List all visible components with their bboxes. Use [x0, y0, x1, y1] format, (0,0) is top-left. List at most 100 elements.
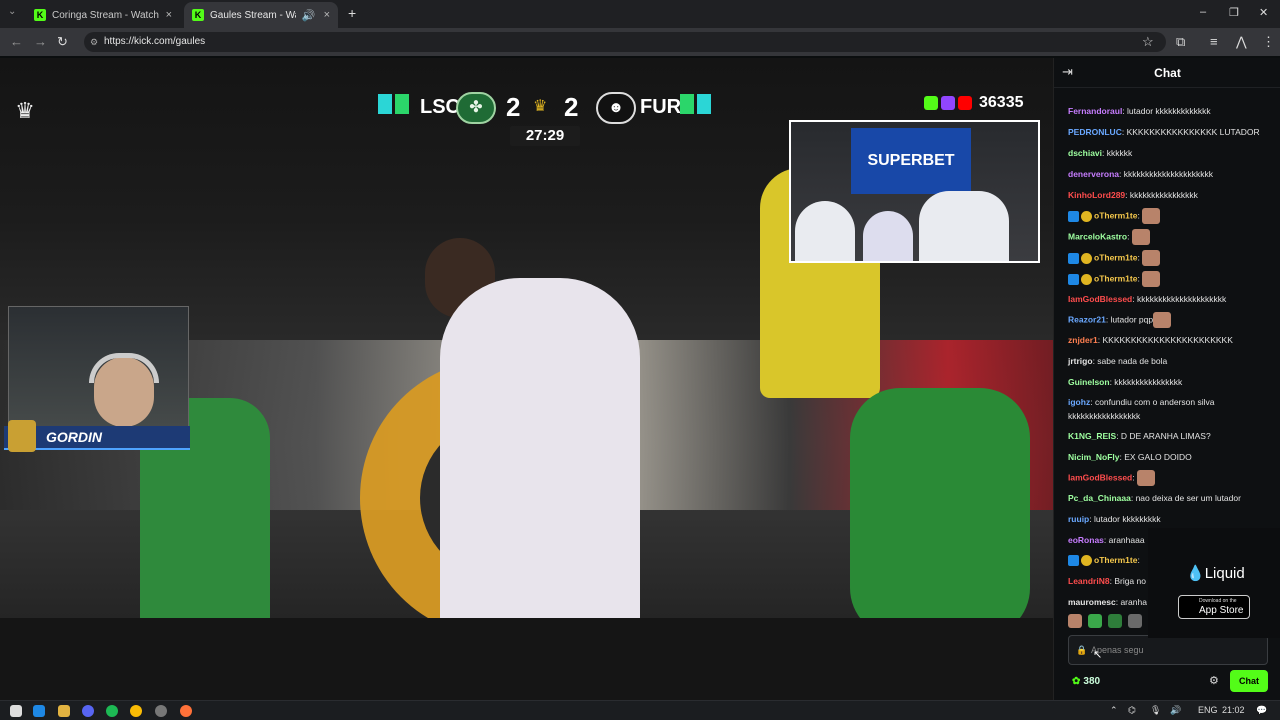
chat-username[interactable]: oTherm1te — [1094, 210, 1137, 220]
emote-icon[interactable] — [1088, 614, 1102, 628]
discord-icon[interactable] — [82, 705, 94, 717]
spotify-icon[interactable] — [106, 705, 118, 717]
emote-quick-row — [1068, 614, 1142, 628]
chrome-icon[interactable] — [130, 705, 142, 717]
chat-username[interactable]: MarceloKastro — [1068, 231, 1127, 241]
chat-username[interactable]: dschiavi — [1068, 148, 1102, 158]
emote-icon[interactable] — [1128, 614, 1142, 628]
chat-text: D DE ARANHA LIMAS? — [1120, 431, 1211, 441]
chat-message: MarceloKastro: — [1068, 229, 1276, 245]
chat-text: Briga no — [1114, 576, 1146, 586]
restore-icon[interactable]: ❐ — [1229, 6, 1239, 19]
language-indicator[interactable]: ENG — [1198, 705, 1218, 715]
chat-settings-icon[interactable]: ⚙ — [1209, 674, 1219, 687]
site-info-icon[interactable]: ⚙ — [90, 32, 98, 52]
emote-icon[interactable] — [1108, 614, 1122, 628]
close-window-icon[interactable]: ✕ — [1259, 6, 1268, 19]
chat-message: IamGodBlessed: kkkkkkkkkkkkkkkkkkkkk — [1068, 292, 1276, 306]
chat-username[interactable]: denerverona — [1068, 169, 1119, 179]
notifications-icon[interactable]: 💬 — [1256, 705, 1267, 716]
menu-dots-icon[interactable]: ⋮ — [1262, 34, 1275, 50]
tray-chevron-icon[interactable]: ⌃ — [1110, 705, 1118, 716]
chat-username[interactable]: Reazor21 — [1068, 314, 1106, 324]
commentary-camera-inset: SUPERBET — [789, 120, 1040, 263]
new-tab-button[interactable]: + — [348, 5, 356, 21]
speaker-icon[interactable]: 🔊 — [302, 9, 316, 22]
chat-message: oTherm1te: — [1068, 250, 1276, 266]
tab-coringa[interactable]: K Coringa Stream - Watch Live on × — [26, 2, 180, 28]
chat-message: KinhoLord289: kkkkkkkkkkkkkkkk — [1068, 188, 1276, 202]
address-bar-row: ← → ↻ ⚙ https://kick.com/gaules ☆ ⧉ ≡ ⋀ … — [0, 28, 1280, 56]
inset-banner: SUPERBET — [851, 128, 971, 194]
streamer-name: GORDIN — [46, 429, 102, 445]
microphone-icon[interactable]: 🎙 — [1150, 705, 1161, 716]
chat-username[interactable]: oTherm1te — [1094, 252, 1137, 262]
commentator-figure — [919, 191, 1009, 261]
chat-text: KKKKKKKKKKKKKKKK LUTADOR — [1126, 127, 1260, 137]
chat-title: Chat — [1154, 66, 1181, 80]
chat-username[interactable]: IamGodBlessed — [1068, 472, 1132, 482]
chat-username[interactable]: Nicim_NoFly — [1068, 452, 1120, 462]
back-icon[interactable]: ← — [10, 34, 23, 49]
chat-message: igohz: confundiu com o anderson silva kk… — [1068, 395, 1276, 423]
chat-username[interactable]: Pc_da_Chinaaa — [1068, 493, 1131, 503]
minimize-icon[interactable]: – — [1200, 6, 1206, 18]
liquid-brand: 💧Liquid — [1186, 565, 1245, 582]
chat-username[interactable]: mauromesc — [1068, 597, 1116, 607]
team-color-flag — [680, 94, 694, 114]
subscriber-badge-icon — [1081, 252, 1092, 264]
video-player[interactable]: ♛ LSC ✤ 2 ♛ 2 ☻ FUR 27:29 36335 SUPERBET… — [0, 58, 1053, 700]
liquid-ad-overlay[interactable]: 💧Liquid Download on the App Store — [1148, 528, 1280, 638]
pitch-floor — [0, 618, 1053, 700]
close-tab-icon[interactable]: × — [324, 9, 330, 21]
chat-username[interactable]: Fernandoraul — [1068, 106, 1122, 116]
channel-points[interactable]: ✿ 380 — [1072, 676, 1100, 687]
chat-text: lutador kkkkkkkkkkkkk — [1127, 106, 1211, 116]
chat-username[interactable]: Guinelson — [1068, 377, 1110, 387]
chat-username[interactable]: jrtrigo — [1068, 356, 1093, 366]
chat-username[interactable]: IamGodBlessed — [1068, 294, 1132, 304]
network-icon[interactable]: ⌬ — [1128, 705, 1136, 716]
chat-username[interactable]: igohz — [1068, 397, 1090, 407]
chat-username[interactable]: LeandriN8 — [1068, 576, 1110, 586]
chat-text: kkkkkkkkkkkkkkkkkkkkk — [1123, 169, 1214, 179]
subscriber-badge-icon — [1081, 555, 1092, 567]
profile-icon[interactable]: ⋀ — [1236, 34, 1247, 50]
windows-taskbar: ⌃ ⌬ 🎙 🔊 ENG 21:02 💬 — [0, 700, 1280, 720]
extensions-icon[interactable]: ⧉ — [1176, 34, 1185, 50]
chat-username[interactable]: ruuip — [1068, 514, 1089, 524]
system-clock[interactable]: 21:02 — [1222, 705, 1245, 715]
volume-icon[interactable]: 🔊 — [1170, 705, 1181, 716]
chat-username[interactable]: znjder1 — [1068, 335, 1098, 345]
reload-icon[interactable]: ↻ — [57, 34, 68, 50]
browser-tab-strip: ⌄ K Coringa Stream - Watch Live on × K G… — [0, 0, 1280, 28]
chat-username[interactable]: PEDRONLUC — [1068, 127, 1122, 137]
score-right: 2 — [564, 92, 579, 122]
chat-message: oTherm1te: — [1068, 271, 1276, 287]
chat-username[interactable]: eoRonas — [1068, 535, 1104, 545]
emote-icon[interactable] — [1068, 614, 1082, 628]
tab-list-icon[interactable]: ⌄ — [8, 6, 16, 17]
firefox-icon[interactable] — [180, 705, 192, 717]
chat-username[interactable]: oTherm1te — [1094, 555, 1137, 565]
reading-list-icon[interactable]: ≡ — [1210, 34, 1218, 49]
windows-start-icon[interactable] — [33, 705, 45, 717]
kick-logo-icon — [924, 96, 938, 110]
close-tab-icon[interactable]: × — [166, 9, 172, 21]
points-value: 380 — [1083, 676, 1101, 687]
tab-gaules[interactable]: K Gaules Stream - Watch Live 🔊 × — [184, 2, 338, 28]
forward-icon[interactable]: → — [34, 34, 47, 49]
search-icon[interactable] — [10, 705, 22, 717]
chat-username[interactable]: oTherm1te — [1094, 273, 1137, 283]
obs-icon[interactable] — [155, 705, 167, 717]
mouse-cursor-icon: ↖ — [1093, 649, 1103, 661]
chat-username[interactable]: K1NG_REIS — [1068, 431, 1116, 441]
moderator-badge-icon — [1068, 273, 1079, 285]
chat-username[interactable]: KinhoLord289 — [1068, 190, 1125, 200]
send-chat-button[interactable]: Chat — [1230, 670, 1268, 692]
viewer-count: 36335 — [979, 94, 1024, 111]
app-store-badge[interactable]: Download on the App Store — [1178, 595, 1250, 619]
file-explorer-icon[interactable] — [58, 705, 70, 717]
bookmark-star-icon[interactable]: ☆ — [1142, 34, 1154, 50]
url-field[interactable]: ⚙ https://kick.com/gaules — [84, 32, 1166, 52]
